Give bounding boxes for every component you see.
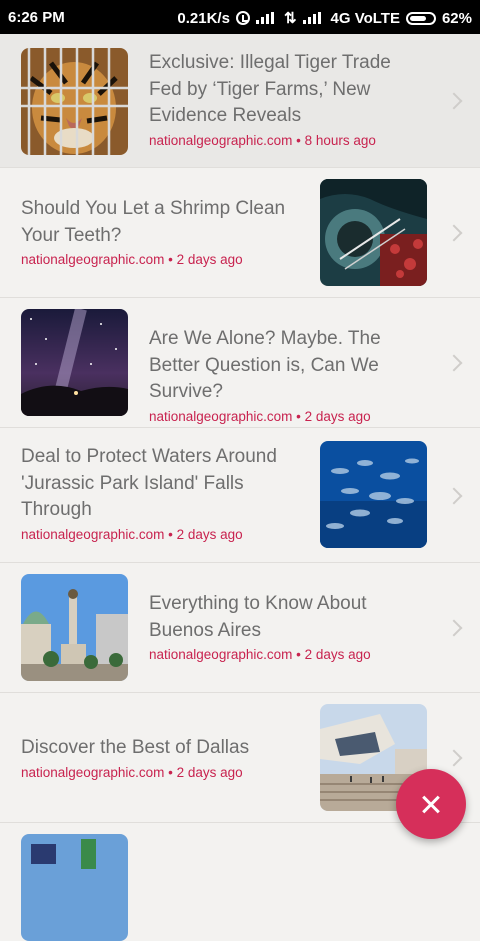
article-thumbnail-night-sky [21, 309, 128, 416]
article-title: Discover the Best of Dallas [21, 737, 250, 758]
signal-icon-2 [302, 12, 325, 24]
article-meta: nationalgeographic.com • 8 hours ago [149, 132, 376, 148]
article-title: Deal to Protect Waters Around 'Jurassic … [21, 446, 277, 520]
signal-icon [255, 12, 278, 24]
article-item[interactable] [0, 823, 480, 941]
article-meta: nationalgeographic.com • 2 days ago [149, 647, 371, 662]
article-thumbnail-shrimp [320, 179, 427, 286]
chevron-right-icon [445, 224, 463, 242]
net-speed: 0.21K/s [177, 9, 230, 27]
network-type: 4G VoLTE [330, 9, 400, 27]
article-title: Should You Let a Shrimp Clean Your Teeth… [21, 198, 286, 246]
article-thumbnail-buenos-aires [21, 574, 128, 681]
battery-icon [405, 11, 436, 25]
chevron-right-icon [445, 354, 463, 372]
article-title: Everything to Know About Buenos Aires [149, 593, 367, 641]
article-text: Everything to Know About Buenos Aires na… [149, 591, 429, 664]
chevron-right-icon [445, 92, 463, 110]
article-meta: nationalgeographic.com • 2 days ago [21, 526, 243, 542]
data-arrows-icon: ⇅ [283, 10, 297, 27]
article-title: Exclusive: Illegal Tiger Trade Fed by ‘T… [149, 52, 391, 126]
article-text: Deal to Protect Waters Around 'Jurassic … [21, 444, 291, 544]
battery-percent: 62% [441, 9, 472, 27]
article-item[interactable]: Exclusive: Illegal Tiger Trade Fed by ‘T… [0, 34, 480, 168]
article-feed: Exclusive: Illegal Tiger Trade Fed by ‘T… [0, 34, 480, 941]
article-item[interactable]: Deal to Protect Waters Around 'Jurassic … [0, 428, 480, 563]
article-title: Are We Alone? Maybe. The Better Question… [149, 328, 381, 402]
article-text: Are We Alone? Maybe. The Better Question… [149, 326, 429, 426]
chevron-right-icon [445, 749, 463, 767]
article-text: Discover the Best of Dallas nationalgeog… [21, 735, 291, 782]
article-meta: nationalgeographic.com • 2 days ago [149, 408, 371, 424]
article-thumbnail-partial [21, 834, 128, 941]
status-right: 0.21K/s ⇅ 4G VoLTE 62% [177, 9, 472, 28]
article-item[interactable]: Should You Let a Shrimp Clean Your Teeth… [0, 168, 480, 298]
close-fab-button[interactable] [396, 769, 466, 839]
alarm-icon [235, 11, 250, 25]
article-thumbnail-fish [320, 441, 427, 548]
article-text: Should You Let a Shrimp Clean Your Teeth… [21, 196, 291, 269]
status-time: 6:26 PM [8, 9, 65, 26]
article-meta: nationalgeographic.com • 2 days ago [21, 764, 243, 780]
article-item[interactable]: Are We Alone? Maybe. The Better Question… [0, 298, 480, 428]
chevron-right-icon [445, 619, 463, 637]
article-thumbnail-tiger [21, 48, 128, 155]
article-meta: nationalgeographic.com • 2 days ago [21, 252, 243, 267]
article-item[interactable]: Everything to Know About Buenos Aires na… [0, 563, 480, 693]
article-text: Exclusive: Illegal Tiger Trade Fed by ‘T… [149, 50, 419, 150]
status-bar: 6:26 PM 0.21K/s ⇅ 4G VoLTE 62% [0, 0, 480, 34]
chevron-right-icon [445, 487, 463, 505]
